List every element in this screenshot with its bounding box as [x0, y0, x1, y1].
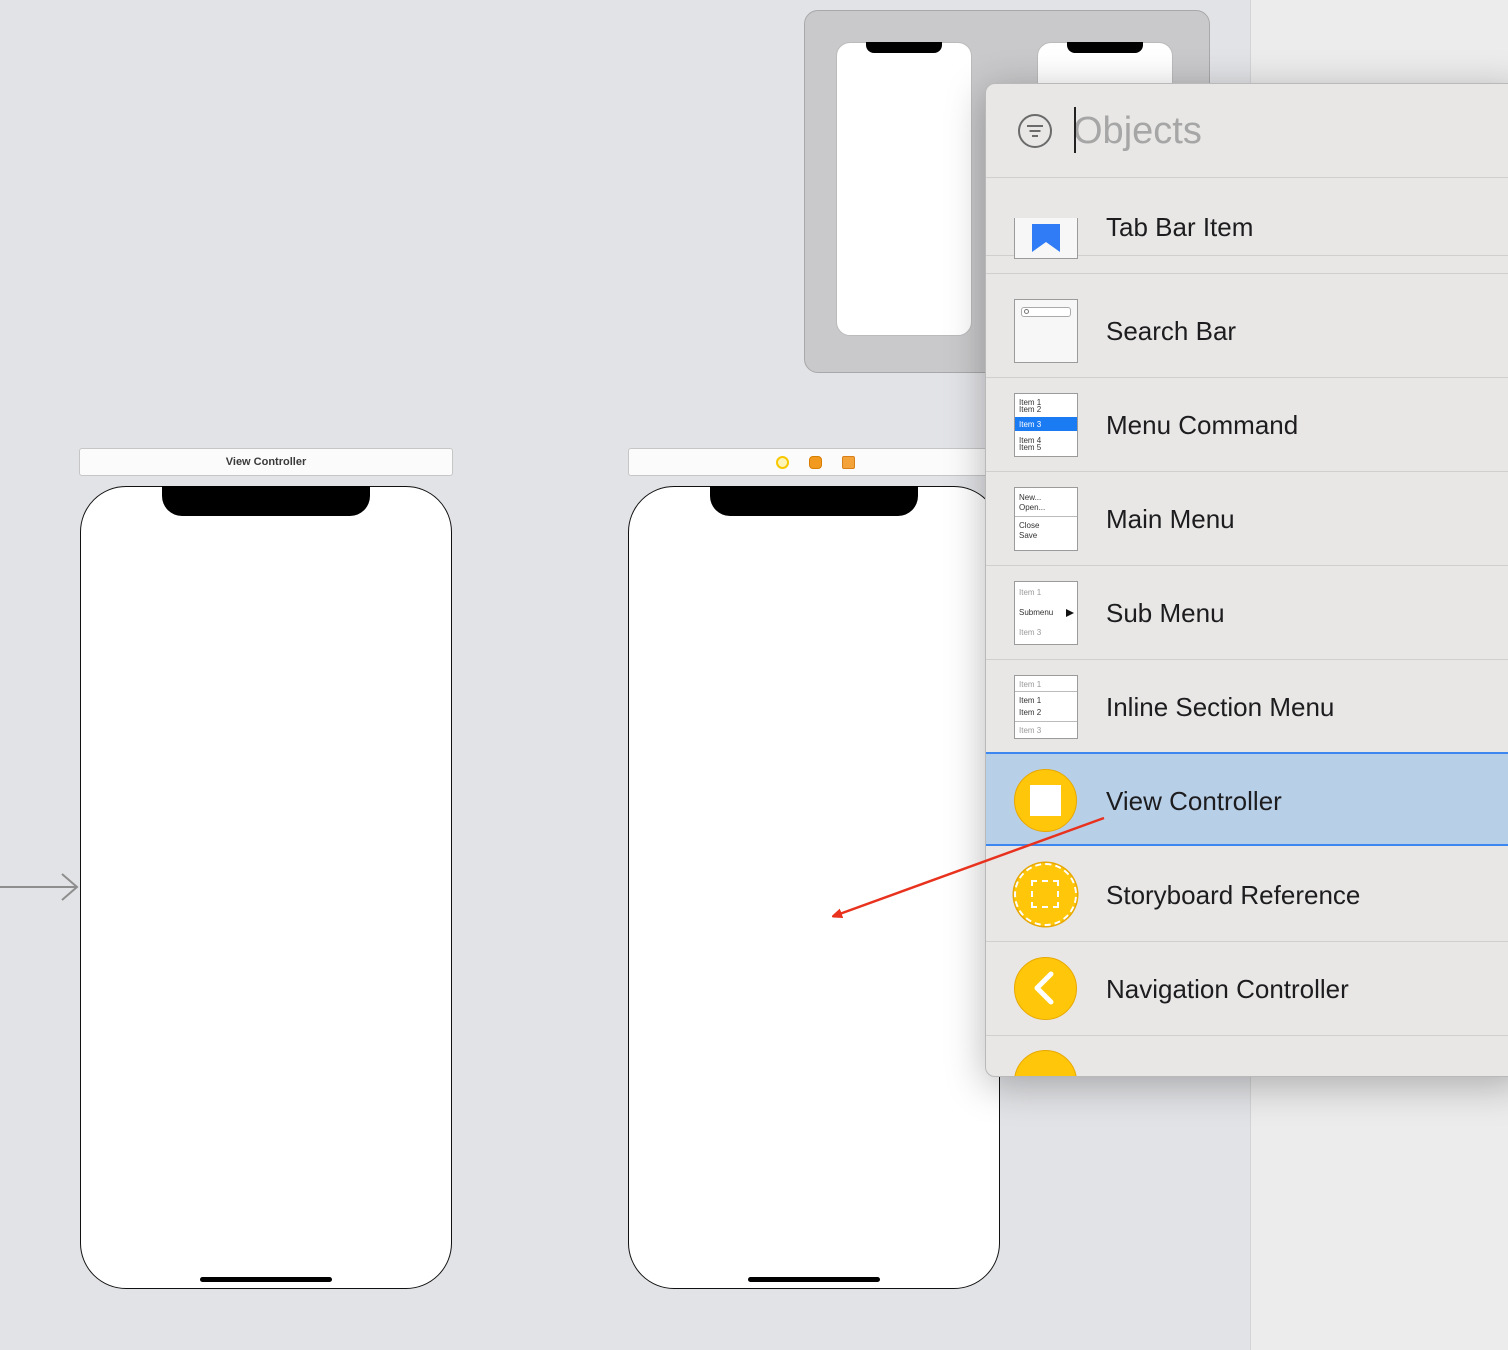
list-item-label: Menu Command [1106, 410, 1299, 440]
thumb-text: New... [1019, 493, 1042, 502]
scene-title-bar[interactable]: View Controller [79, 448, 453, 476]
list-item[interactable]: Search Bar [986, 284, 1508, 378]
scene-title: View Controller [225, 456, 307, 468]
device-notch [162, 486, 370, 516]
home-indicator [200, 1277, 332, 1282]
object-icon [1014, 1050, 1077, 1076]
objects-search-input[interactable] [1073, 102, 1493, 160]
exit-icon[interactable] [841, 455, 855, 469]
thumb-text: Submenu [1019, 608, 1054, 617]
list-item[interactable]: Navigation Controller [986, 942, 1508, 1036]
new-view-controller-scene[interactable] [628, 486, 1000, 1289]
thumb-separator [1015, 691, 1077, 692]
menu-command-icon: Item 1 Item 2 Item 3 Item 4 Item 5 [1014, 393, 1078, 457]
thumb-text: Item 2 [1019, 405, 1042, 414]
thumb-text: Item 1 [1019, 696, 1042, 705]
list-item-label: Inline Section Menu [1106, 692, 1335, 722]
view-controller-icon [1014, 769, 1077, 832]
thumb-text: Save [1019, 531, 1038, 540]
scene-dock-bar[interactable] [628, 448, 1002, 476]
list-item[interactable] [986, 1036, 1508, 1076]
list-item-label: Storyboard Reference [1106, 880, 1361, 910]
navigation-controller-icon [1014, 957, 1077, 1020]
filter-icon[interactable] [1017, 113, 1053, 149]
view-controller-icon[interactable] [775, 455, 789, 469]
objects-library[interactable]: Tab Bar Item Search Bar Item 1 Item 2 It… [985, 83, 1508, 1077]
list-item-label: Navigation Controller [1106, 974, 1349, 1004]
view-controller-scene[interactable] [80, 486, 452, 1289]
device-notch [710, 486, 918, 516]
first-responder-icon[interactable] [808, 455, 822, 469]
storyboard-reference-icon [1014, 863, 1077, 926]
inline-section-menu-icon: Item 1 Item 1 Item 2 Item 3 [1014, 675, 1078, 739]
device-notch [1067, 42, 1143, 53]
search-bar-icon [1014, 299, 1078, 363]
thumb-text: Open... [1019, 503, 1046, 512]
library-header [986, 84, 1508, 178]
list-item[interactable]: Storyboard Reference [986, 848, 1508, 942]
thumb-text: Item 5 [1019, 443, 1042, 452]
main-menu-icon: New... Open... Close Save [1014, 487, 1078, 551]
thumb-separator [1015, 516, 1077, 517]
thumb-text: Item 1 [1019, 680, 1042, 689]
thumb-text: Item 2 [1019, 708, 1042, 717]
list-item-label: Sub Menu [1106, 598, 1225, 628]
thumb-text: Close [1019, 521, 1040, 530]
list-item[interactable]: Item 1 Submenu Item 3 Sub Menu [986, 566, 1508, 660]
thumb-text: Item 3 [1019, 726, 1042, 735]
list-item-label: Main Menu [1106, 504, 1235, 534]
list-item[interactable]: New... Open... Close Save Main Menu [986, 472, 1508, 566]
list-item-label: Search Bar [1106, 316, 1237, 346]
submenu-arrow-icon [1066, 609, 1074, 617]
list-item-label: View Controller [1106, 786, 1282, 816]
entry-point-arrow-icon[interactable] [0, 872, 80, 902]
device-notch [866, 42, 942, 53]
list-item[interactable]: Item 1 Item 2 Item 3 Item 4 Item 5 Menu … [986, 378, 1508, 472]
list-item[interactable]: Item 1 Item 1 Item 2 Item 3 Inline Secti… [986, 660, 1508, 754]
preview-device [836, 42, 972, 336]
thumb-text: Item 1 [1019, 588, 1042, 597]
home-indicator [748, 1277, 880, 1282]
sub-menu-icon: Item 1 Submenu Item 3 [1014, 581, 1078, 645]
thumb-text: Item 3 [1019, 628, 1042, 637]
thumb-separator [1015, 721, 1077, 722]
thumb-text: Item 3 [1019, 420, 1042, 429]
text-caret [1074, 107, 1076, 153]
list-item-selected[interactable]: View Controller [986, 752, 1508, 846]
